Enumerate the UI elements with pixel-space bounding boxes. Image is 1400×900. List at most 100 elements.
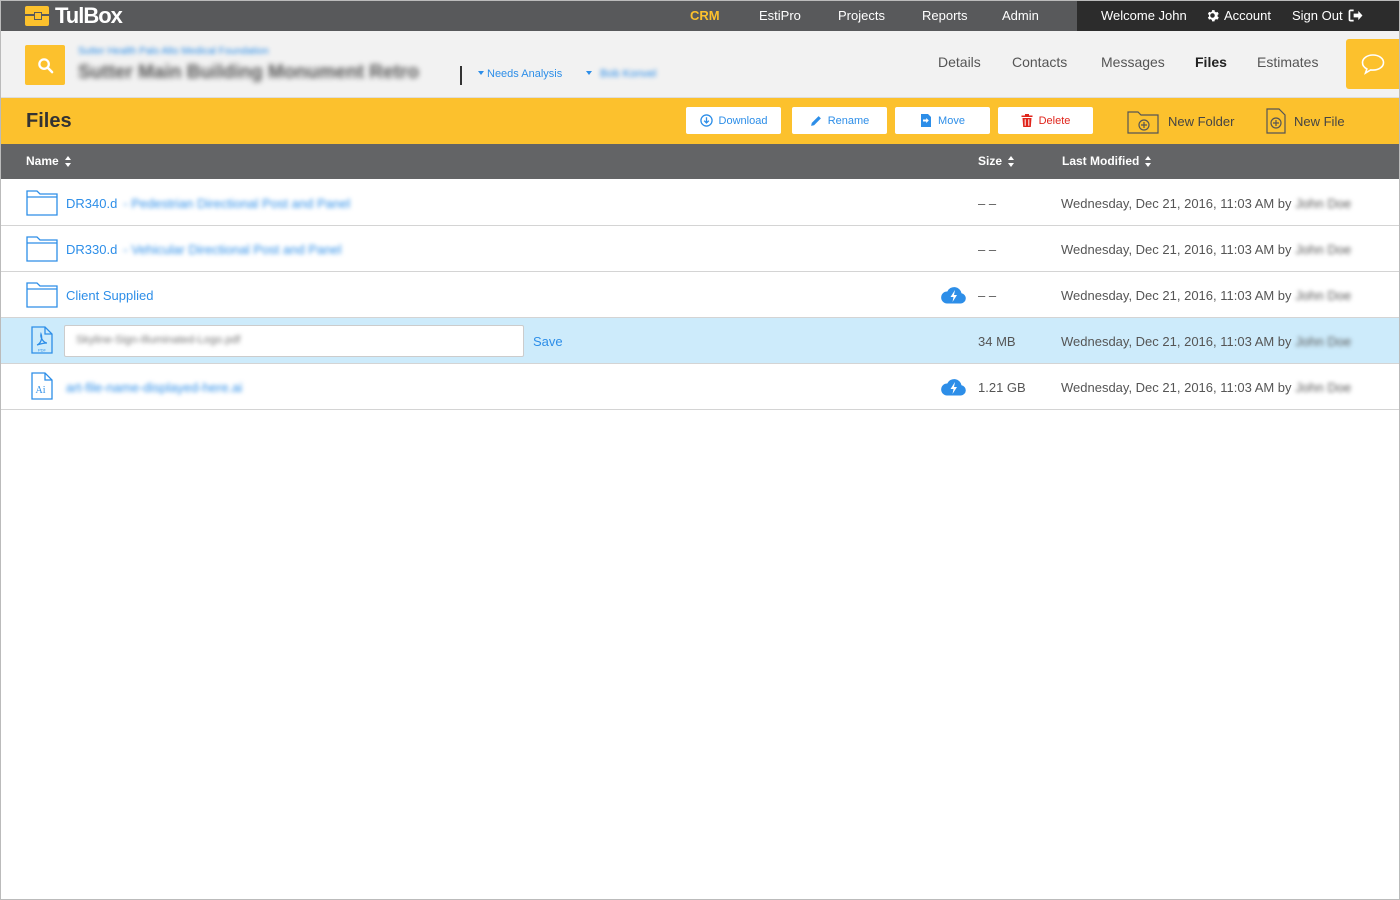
project-title: Sutter Main Building Monument Retro [78, 62, 419, 83]
table-header: Name Size Last Modified [0, 144, 1400, 179]
files-title: Files [26, 110, 72, 132]
file-size: – – [978, 288, 997, 303]
sort-icon [1008, 156, 1015, 167]
status-dropdown[interactable]: Needs Analysis [478, 68, 562, 80]
pdf-file-icon: PDF [31, 326, 53, 354]
sort-icon [1145, 156, 1152, 167]
modified-by: John Doe [1295, 288, 1352, 303]
folder-icon [26, 282, 58, 308]
file-plus-icon [1266, 108, 1286, 134]
table-row[interactable]: DR340.d - Pedestrian Directional Post and… [0, 180, 1400, 226]
gear-icon [1207, 10, 1219, 22]
move-label: Move [938, 114, 965, 127]
svg-text:PDF: PDF [38, 348, 47, 353]
rename-button[interactable]: Rename [792, 107, 887, 134]
new-folder-label: New Folder [1168, 113, 1235, 129]
file-modified: Wednesday, Dec 21, 2016, 11:03 AM by John… [1061, 196, 1351, 211]
cloud-sync-icon[interactable] [941, 286, 967, 304]
modified-date: Wednesday, Dec 21, 2016, 11:03 AM by [1061, 288, 1292, 303]
sort-icon [64, 156, 72, 167]
folder-icon [26, 236, 58, 262]
column-header-size[interactable]: Size [978, 144, 1015, 179]
file-size: – – [978, 242, 997, 257]
nav-item-crm[interactable]: CRM [690, 0, 720, 31]
table-row[interactable]: Ai art-file-name-displayed-here.ai 1.21 … [0, 364, 1400, 410]
file-modified: Wednesday, Dec 21, 2016, 11:03 AM by John… [1061, 380, 1351, 395]
pencil-icon [810, 115, 821, 126]
account-link[interactable]: Account [1206, 0, 1271, 31]
file-name-link[interactable]: art-file-name-displayed-here.ai [66, 380, 242, 395]
file-size: 34 MB [978, 334, 1016, 349]
table-row-selected[interactable]: PDF Skyline-Sign-Illuminated-Logo.pdf Sa… [0, 318, 1400, 364]
column-header-modified[interactable]: Last Modified [1062, 144, 1152, 179]
sign-out-label: Sign Out [1292, 8, 1343, 23]
user-bar: Welcome John Account Sign Out [1077, 0, 1400, 31]
app-name: TulBox [55, 3, 123, 28]
modified-by: John Doe [1295, 242, 1352, 257]
modified-date: Wednesday, Dec 21, 2016, 11:03 AM by [1061, 196, 1292, 211]
folder-icon [26, 190, 58, 216]
move-button[interactable]: Move [895, 107, 990, 134]
svg-text:Ai: Ai [36, 385, 46, 396]
file-description: - Pedestrian Directional Post and Panel [123, 196, 351, 211]
status-label: Needs Analysis [487, 68, 563, 80]
file-name-link[interactable]: DR340.d - Pedestrian Directional Post and… [66, 196, 350, 211]
caret-down-icon [586, 71, 592, 76]
tab-details[interactable]: Details [938, 54, 981, 70]
download-button[interactable]: Download [686, 107, 781, 134]
owner-dropdown[interactable]: Bob Konvel [586, 68, 656, 80]
file-name: DR340.d [66, 196, 118, 211]
file-name: DR330.d [66, 242, 118, 257]
nav-item-reports[interactable]: Reports [922, 0, 968, 31]
tab-contacts[interactable]: Contacts [1012, 54, 1067, 70]
move-icon [921, 114, 932, 127]
tab-messages[interactable]: Messages [1101, 54, 1165, 70]
column-name-label: Name [26, 154, 59, 168]
save-link[interactable]: Save [533, 334, 563, 349]
trash-icon [1021, 114, 1033, 127]
search-button[interactable] [25, 45, 65, 85]
new-folder-button[interactable]: New Folder [1127, 106, 1234, 136]
search-icon [37, 57, 53, 73]
modified-date: Wednesday, Dec 21, 2016, 11:03 AM by [1061, 242, 1292, 257]
tab-files[interactable]: Files [1195, 54, 1227, 70]
files-toolbar: Files Download Rename Move Delete New Fo… [0, 98, 1400, 144]
file-description: - Vehicular Directional Post and Panel [123, 242, 342, 257]
file-modified: Wednesday, Dec 21, 2016, 11:03 AM by John… [1061, 242, 1351, 257]
modified-by: John Doe [1295, 334, 1352, 349]
top-navigation: TulBox CRM EstiPro Projects Reports Admi… [0, 0, 1400, 31]
file-name-link[interactable]: DR330.d - Vehicular Directional Post and … [66, 242, 342, 257]
rename-input[interactable] [64, 325, 524, 357]
welcome-text: Welcome John [1101, 8, 1187, 23]
new-file-button[interactable]: New File [1266, 106, 1345, 136]
tab-estimates[interactable]: Estimates [1257, 54, 1318, 70]
new-file-label: New File [1294, 113, 1345, 129]
rename-label: Rename [827, 114, 870, 127]
project-organization[interactable]: Sutter Health Palo Alto Medical Foundati… [78, 46, 269, 57]
app-logo[interactable]: TulBox [25, 3, 123, 28]
download-label: Download [718, 114, 768, 127]
download-icon [699, 114, 713, 127]
project-header: Sutter Health Palo Alto Medical Foundati… [0, 31, 1400, 98]
column-header-name[interactable]: Name [26, 144, 72, 179]
file-modified: Wednesday, Dec 21, 2016, 11:03 AM by John… [1061, 334, 1351, 349]
file-size: 1.21 GB [978, 380, 1026, 395]
nav-item-estipro[interactable]: EstiPro [759, 0, 801, 31]
modified-date: Wednesday, Dec 21, 2016, 11:03 AM by [1061, 380, 1292, 395]
table-row[interactable]: Client Supplied – – Wednesday, Dec 21, 2… [0, 272, 1400, 318]
file-size: – – [978, 196, 997, 211]
modified-by: John Doe [1295, 380, 1352, 395]
ai-file-icon: Ai [31, 372, 53, 400]
chat-button[interactable] [1346, 39, 1400, 89]
table-row[interactable]: DR330.d - Vehicular Directional Post and … [0, 226, 1400, 272]
cloud-sync-icon[interactable] [941, 378, 967, 396]
file-name-link[interactable]: Client Supplied [66, 288, 153, 303]
account-label: Account [1224, 8, 1271, 23]
sign-out-link[interactable]: Sign Out [1292, 0, 1363, 31]
nav-item-projects[interactable]: Projects [838, 0, 885, 31]
nav-item-admin[interactable]: Admin [1002, 0, 1039, 31]
delete-button[interactable]: Delete [998, 107, 1093, 134]
folder-plus-icon [1127, 110, 1159, 134]
modified-by: John Doe [1295, 196, 1352, 211]
owner-label: Bob Konvel [600, 68, 657, 80]
